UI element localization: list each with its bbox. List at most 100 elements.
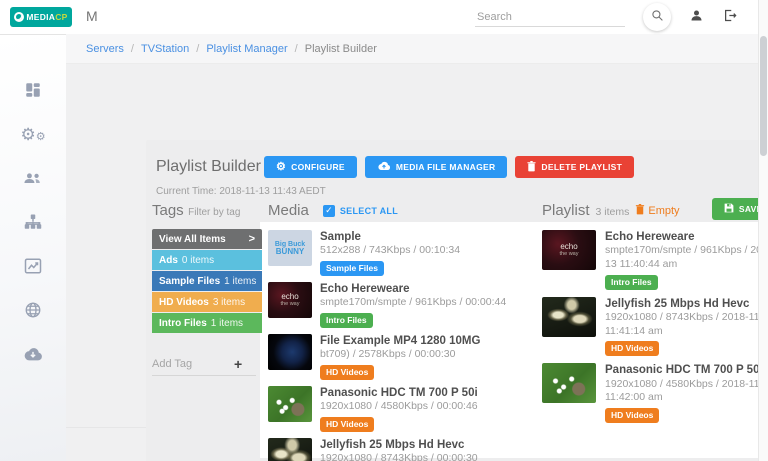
sidebar-item-statistics[interactable] <box>22 255 44 277</box>
tag-filter-sample-files[interactable]: Sample Files 1 items <box>152 271 262 291</box>
topbar-actions <box>475 0 738 34</box>
playlist-item-title: Echo Hereweare <box>605 231 695 243</box>
chevron-right-icon: > <box>248 233 255 245</box>
breadcrumb: Servers / TVStation / Playlist Manager /… <box>66 34 758 64</box>
tags-subtitle: Filter by tag <box>188 207 241 218</box>
media-thumbnail <box>268 334 312 371</box>
delete-playlist-button[interactable]: DELETE PLAYLIST <box>515 156 635 178</box>
tag-label: View All Items <box>159 233 226 245</box>
tag-chip: Intro Files <box>605 274 658 290</box>
media-thumbnail <box>268 386 312 423</box>
playlist-item-meta: 1920x1080 / 4580Kbps / 2018-11-13 11:42:… <box>605 377 768 404</box>
media-item-title: Jellyfish 25 Mbps Hd Hevc <box>320 439 465 452</box>
empty-playlist-link[interactable]: Empty <box>635 204 680 218</box>
playlist-item-title: Panasonic HDC TM 700 P 50i <box>605 364 763 377</box>
media-item-title: File Example MP4 1280 10MG <box>320 335 481 348</box>
playlist-title: Playlist <box>542 202 590 219</box>
mediacp-logo[interactable]: MEDIA CP <box>10 7 72 27</box>
media-item-meta: smpte170m/smpte / 961Kbps / 00:00:44 <box>320 296 507 309</box>
playlist-row[interactable]: Panasonic HDC TM 700 P 50i 1920x1080 / 4… <box>542 363 768 423</box>
sidebar-item-hierarchy[interactable] <box>22 211 44 233</box>
media-row[interactable]: Jellyfish 25 Mbps Hd Hevc 1920x1080 / 87… <box>268 438 522 461</box>
media-thumbnail: echo the way <box>268 282 312 319</box>
logout-button[interactable] <box>722 8 738 26</box>
tag-count: 1 items <box>210 317 244 329</box>
playlist-row[interactable]: Jellyfish 25 Mbps Hd Hevc 1920x1080 / 87… <box>542 296 768 357</box>
tag-count: 0 items <box>181 254 215 266</box>
sidebar-item-network[interactable] <box>22 299 44 321</box>
user-icon <box>689 8 704 26</box>
media-file-manager-button-label: MEDIA FILE MANAGER <box>395 162 496 172</box>
tag-label: HD Videos <box>159 296 209 308</box>
tags-title: Tags <box>152 202 184 219</box>
empty-playlist-label: Empty <box>648 205 680 217</box>
thumbnail-text: the way <box>280 300 300 307</box>
user-account-button[interactable] <box>689 8 704 26</box>
tag-filter-hd-videos[interactable]: HD Videos 3 items <box>152 292 262 312</box>
playlist-item-meta: smpte170m/smpte / 961Kbps / 2018-11-13 1… <box>605 244 768 271</box>
configure-button[interactable]: ⚙ CONFIGURE <box>264 156 357 178</box>
playlist-item-meta: 1920x1080 / 8743Kbps / 2018-11-13 11:41:… <box>605 311 768 337</box>
cloud-upload-icon <box>377 161 391 173</box>
media-item-title: Sample <box>320 231 361 243</box>
playlist-row[interactable]: echo the way Echo Hereweare smpte170m/sm… <box>542 230 768 290</box>
search-button[interactable] <box>643 3 671 31</box>
add-tag-plus-icon[interactable]: + <box>234 357 242 371</box>
sidebar-item-downloads[interactable] <box>22 343 44 365</box>
playlist-column: Playlist 3 items Empty SAVE PLAYLIST <box>542 198 768 423</box>
scrollbar-thumb[interactable] <box>760 36 767 156</box>
sitemap-icon <box>24 213 42 231</box>
media-row[interactable]: Big Buck BUNNY Sample 512x288 / 743Kbps … <box>268 230 522 277</box>
thumbnail-text: the way <box>559 250 579 257</box>
playlist-thumbnail <box>542 363 596 404</box>
breadcrumb-separator: / <box>130 42 134 55</box>
media-row[interactable]: Panasonic HDC TM 700 P 50i 1920x1080 / 4… <box>268 386 522 433</box>
logo-text-cp: CP <box>55 12 68 22</box>
add-tag-input[interactable] <box>152 358 234 370</box>
logout-icon <box>722 8 738 26</box>
cloud-download-icon <box>23 346 43 362</box>
playlist-item-title: Jellyfish 25 Mbps Hd Hevc <box>605 297 750 310</box>
sidebar-item-settings[interactable]: ⚙⚙ <box>20 123 45 145</box>
tag-label: Sample Files <box>159 275 221 287</box>
media-file-manager-button[interactable]: MEDIA FILE MANAGER <box>364 156 508 178</box>
current-time: Current Time: 2018-11-13 11:43 AEDT <box>156 186 326 197</box>
card-title: Playlist Builder <box>156 158 261 175</box>
sidebar-item-dashboard[interactable] <box>22 79 44 101</box>
thumbnail-text: echo <box>281 291 299 301</box>
sidebar-item-users[interactable] <box>22 167 44 189</box>
save-icon <box>724 203 734 215</box>
media-thumbnail <box>268 438 312 461</box>
tag-chip: HD Videos <box>605 407 660 423</box>
media-item-title: Panasonic HDC TM 700 P 50i <box>320 387 478 400</box>
breadcrumb-link-servers[interactable]: Servers <box>86 43 124 55</box>
media-title: Media <box>268 202 309 219</box>
breadcrumb-current: Playlist Builder <box>304 42 377 55</box>
select-all-control[interactable]: ✓ SELECT ALL <box>322 204 399 217</box>
delete-playlist-button-label: DELETE PLAYLIST <box>541 162 623 172</box>
tag-filter-view-all[interactable]: View All Items > <box>152 229 262 249</box>
tags-column: Tags Filter by tag View All Items > Ads … <box>152 202 262 376</box>
logo-text-media: MEDIA <box>26 12 56 22</box>
gear-icon: ⚙ <box>276 160 287 173</box>
tag-filter-intro-files[interactable]: Intro Files 1 items <box>152 313 262 333</box>
media-row[interactable]: File Example MP4 1280 10MG bt709) / 2578… <box>268 334 522 381</box>
media-item-meta: 1920x1080 / 8743Kbps / 00:00:30 <box>320 452 478 461</box>
media-row[interactable]: echo the way Echo Hereweare smpte170m/sm… <box>268 282 522 329</box>
tag-chip: Sample Files <box>320 261 384 277</box>
globe-icon <box>24 301 42 319</box>
media-item-meta: bt709) / 2578Kbps / 00:00:30 <box>320 348 456 361</box>
thumbnail-text: BUNNY <box>275 246 305 256</box>
tag-count: 3 items <box>212 296 246 308</box>
tag-filter-ads[interactable]: Ads 0 items <box>152 250 262 270</box>
tag-chip: HD Videos <box>605 341 660 357</box>
checkbox-checked-icon[interactable]: ✓ <box>322 204 335 217</box>
scrollbar-track[interactable] <box>758 0 768 461</box>
search-input[interactable] <box>475 7 625 27</box>
thumbnail-text: echo <box>560 241 578 251</box>
breadcrumb-link-tvstation[interactable]: TVStation <box>141 43 189 55</box>
empty-playlist-icon <box>635 204 645 218</box>
breadcrumb-link-playlist-manager[interactable]: Playlist Manager <box>206 43 287 55</box>
select-all-label: SELECT ALL <box>339 205 399 216</box>
playlist-thumbnail <box>542 296 596 337</box>
